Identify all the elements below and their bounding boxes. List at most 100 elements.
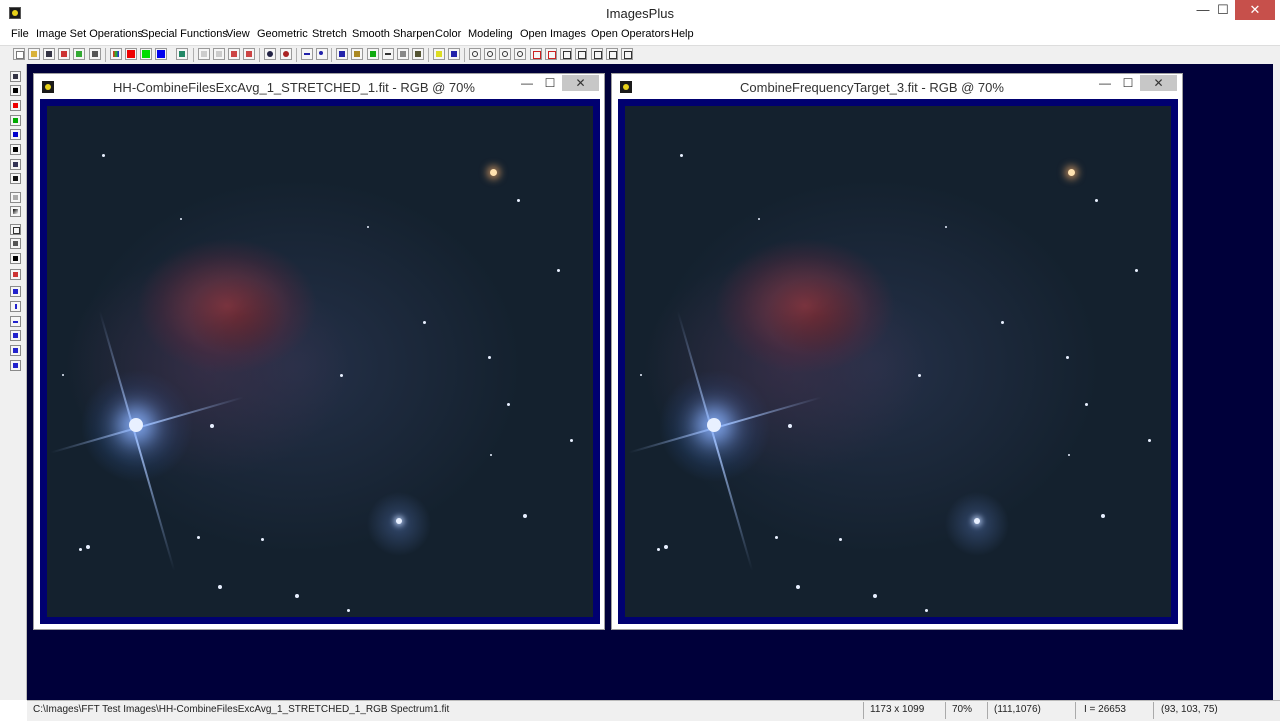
- menu-special-functions[interactable]: Special Functions: [141, 28, 228, 40]
- window-maximize-button[interactable]: ☐: [537, 75, 563, 91]
- redo-icon[interactable]: [213, 48, 225, 60]
- red-icon[interactable]: [10, 100, 21, 111]
- redo-all-icon[interactable]: [243, 48, 255, 60]
- close-button[interactable]: ✕: [1235, 0, 1275, 20]
- rgb-channel-icon[interactable]: [110, 48, 122, 60]
- star: [180, 218, 182, 220]
- status-file-path: C:\Images\FFT Test Images\HH-CombineFile…: [33, 704, 450, 715]
- open-folder-icon[interactable]: [28, 48, 40, 60]
- close-image-icon[interactable]: [58, 48, 70, 60]
- levels-icon[interactable]: [10, 238, 21, 249]
- status-divider: [945, 702, 946, 719]
- rotate-icon[interactable]: [10, 269, 21, 280]
- star: [523, 514, 527, 518]
- rotate-left-icon[interactable]: [10, 330, 21, 341]
- menu-modeling[interactable]: Modeling: [468, 28, 513, 40]
- image-window-title: HH-CombineFilesExcAvg_1_STRETCHED_1.fit …: [113, 80, 475, 95]
- image-window-icon[interactable]: [42, 81, 54, 93]
- gradient-icon[interactable]: [10, 206, 21, 217]
- image-window-2[interactable]: CombineFrequencyTarget_3.fit - RGB @ 70%…: [611, 73, 1183, 630]
- gamma-icon[interactable]: [10, 192, 21, 203]
- add-icon[interactable]: [367, 48, 379, 60]
- black-point-icon[interactable]: [10, 85, 21, 96]
- star: [1066, 356, 1069, 359]
- luminance-icon[interactable]: [176, 48, 188, 60]
- grid-icon[interactable]: [397, 48, 409, 60]
- frame-small-icon[interactable]: [606, 48, 618, 60]
- rotate-right-icon[interactable]: [10, 345, 21, 356]
- menu-bar: File Image Set Operations Special Functi…: [0, 26, 1280, 44]
- frame-large-icon[interactable]: [575, 48, 587, 60]
- undo-all-icon[interactable]: [228, 48, 240, 60]
- astro-image[interactable]: [625, 106, 1171, 617]
- zoom-actual-icon[interactable]: [514, 48, 526, 60]
- star: [657, 548, 660, 551]
- frame-tiny-icon[interactable]: [621, 48, 633, 60]
- blue-icon[interactable]: [10, 129, 21, 140]
- star: [945, 226, 947, 228]
- menu-stretch[interactable]: Stretch: [312, 28, 347, 40]
- star: [295, 594, 299, 598]
- image-info-icon[interactable]: [412, 48, 424, 60]
- green-icon[interactable]: [10, 115, 21, 126]
- menu-smooth-sharpen[interactable]: Smooth Sharpen: [352, 28, 435, 40]
- crosshair-icon[interactable]: [382, 48, 394, 60]
- invert-icon[interactable]: [10, 253, 21, 264]
- image-window-icon[interactable]: [620, 81, 632, 93]
- window-maximize-button[interactable]: ☐: [1115, 75, 1141, 91]
- contrast-icon[interactable]: [10, 173, 21, 184]
- select-star-icon[interactable]: [264, 48, 276, 60]
- red-channel-icon[interactable]: [125, 48, 137, 60]
- crop-icon[interactable]: [530, 48, 542, 60]
- undo-icon[interactable]: [198, 48, 210, 60]
- close-all-icon[interactable]: [73, 48, 85, 60]
- image-window-1[interactable]: HH-CombineFilesExcAvg_1_STRETCHED_1.fit …: [33, 73, 605, 630]
- print-icon[interactable]: [89, 48, 101, 60]
- histogram-icon[interactable]: [336, 48, 348, 60]
- star: [680, 154, 683, 157]
- toolbar-separator: [331, 48, 332, 62]
- status-rgb-value: (93, 103, 75): [1161, 704, 1218, 715]
- menu-file[interactable]: File: [11, 28, 29, 40]
- zoom-fit-icon[interactable]: [499, 48, 511, 60]
- mask-icon[interactable]: [448, 48, 460, 60]
- blue-channel-icon[interactable]: [155, 48, 167, 60]
- move-icon[interactable]: [10, 286, 21, 297]
- star: [517, 199, 520, 202]
- menu-image-set-operations[interactable]: Image Set Operations: [36, 28, 143, 40]
- curves-icon[interactable]: [351, 48, 363, 60]
- menu-open-operators[interactable]: Open Operators: [591, 28, 670, 40]
- star: [488, 356, 491, 359]
- window-close-button[interactable]: ✕: [1140, 75, 1177, 91]
- bright-star: [129, 418, 143, 432]
- window-close-button[interactable]: ✕: [562, 75, 599, 91]
- green-channel-icon[interactable]: [140, 48, 152, 60]
- star: [839, 538, 842, 541]
- star: [1068, 454, 1070, 456]
- select-circle-icon[interactable]: [280, 48, 292, 60]
- frame-icon[interactable]: [560, 48, 572, 60]
- menu-view[interactable]: View: [226, 28, 250, 40]
- layers-icon[interactable]: [10, 159, 21, 170]
- menu-open-images[interactable]: Open Images: [520, 28, 586, 40]
- new-file-icon[interactable]: [13, 48, 25, 60]
- zoom-in-icon[interactable]: [469, 48, 481, 60]
- center-icon[interactable]: [10, 224, 21, 235]
- menu-color[interactable]: Color: [435, 28, 461, 40]
- dot-icon[interactable]: [316, 48, 328, 60]
- pencil-icon[interactable]: [433, 48, 445, 60]
- black-icon[interactable]: [10, 144, 21, 155]
- arrow-up-icon[interactable]: [10, 301, 21, 312]
- astro-image[interactable]: [47, 106, 593, 617]
- save-icon[interactable]: [43, 48, 55, 60]
- save-image-icon[interactable]: [10, 71, 21, 82]
- menu-geometric[interactable]: Geometric: [257, 28, 308, 40]
- flip-icon[interactable]: [10, 360, 21, 371]
- star: [210, 424, 214, 428]
- arrow-right-icon[interactable]: [10, 316, 21, 327]
- zoom-out-icon[interactable]: [484, 48, 496, 60]
- menu-help[interactable]: Help: [671, 28, 694, 40]
- dotted-line-icon[interactable]: [301, 48, 313, 60]
- frame-medium-icon[interactable]: [591, 48, 603, 60]
- selection-icon[interactable]: [545, 48, 557, 60]
